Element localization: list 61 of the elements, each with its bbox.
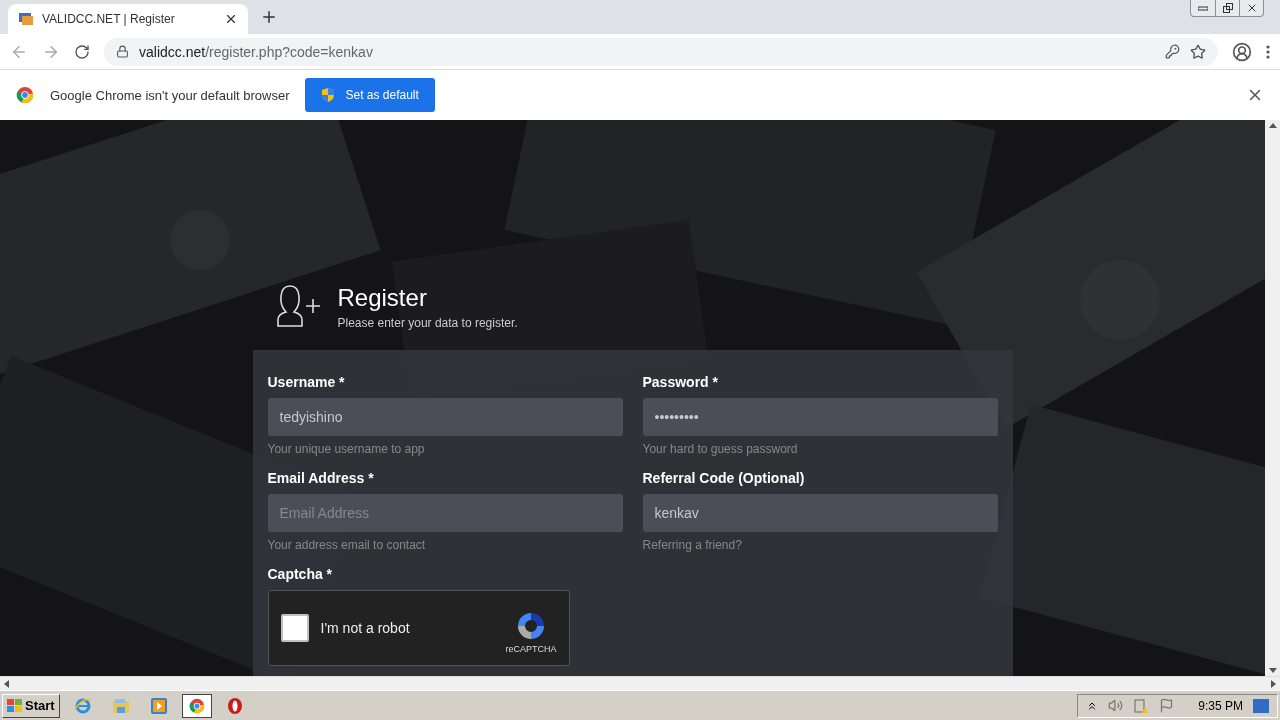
chrome-logo-icon: [16, 86, 34, 104]
captcha-label: I'm not a robot: [320, 620, 411, 636]
text-field[interactable]: tedyishino: [267, 398, 623, 436]
horizontal-scrollbar[interactable]: [0, 676, 1280, 690]
field-label: Referral Code (Optional): [642, 470, 806, 486]
media-player-icon: [149, 696, 168, 715]
vertical-scrollbar[interactable]: [1265, 120, 1280, 676]
field-label: Captcha *: [267, 566, 334, 582]
lock-icon: [116, 45, 129, 58]
address-bar[interactable]: validcc.net/register.php?code=kenkav: [104, 37, 1218, 66]
key-icon[interactable]: [1165, 44, 1180, 59]
internet-explorer-icon: [73, 696, 92, 715]
opera-icon: [226, 696, 243, 715]
tab-title: VALIDCC.NET | Register: [42, 12, 176, 26]
folder-icon: [111, 697, 130, 714]
field-label: Username *: [267, 374, 346, 390]
minimize-icon: [1198, 5, 1208, 11]
field-label: Password *: [642, 374, 719, 390]
scroll-down-icon[interactable]: [1268, 668, 1277, 673]
speaker-icon[interactable]: [1108, 698, 1124, 713]
show-desktop-icon[interactable]: [1253, 698, 1269, 713]
url-text: validcc.net/register.php?code=kenkav: [139, 43, 374, 60]
text-field[interactable]: kenkav: [642, 494, 998, 532]
field-hint: Your unique username to app: [267, 442, 426, 456]
shield-icon: [321, 87, 336, 103]
profile-button[interactable]: [1232, 41, 1252, 62]
set-default-button[interactable]: Set as default: [305, 78, 435, 112]
close-tab-button[interactable]: [224, 12, 238, 26]
reload-icon: [74, 43, 90, 60]
taskbar-app-button[interactable]: [181, 693, 212, 718]
scroll-right-icon[interactable]: [1271, 679, 1276, 688]
flag-icon[interactable]: [1159, 698, 1175, 713]
start-button[interactable]: Start: [2, 693, 60, 718]
plus-icon: [260, 8, 278, 26]
new-tab-button[interactable]: [260, 8, 278, 26]
field-label: Email Address *: [267, 470, 375, 486]
recaptcha-logo-icon: [515, 610, 547, 642]
recaptcha-brand: reCAPTCHA: [505, 644, 557, 654]
default-browser-message: Google Chrome isn't your default browser: [50, 87, 290, 103]
page-title: Register: [337, 284, 428, 312]
field-hint: Your address email to contact: [267, 538, 427, 552]
windows-logo-icon: [7, 698, 23, 713]
chrome-logo-icon: [188, 697, 205, 714]
page-subtitle: Please enter your data to register.: [337, 316, 518, 330]
scroll-up-icon[interactable]: [1268, 123, 1277, 128]
site-favicon-icon: [18, 11, 34, 27]
clock: 9:35 PM: [1198, 698, 1243, 713]
close-icon: [224, 12, 238, 26]
captcha-checkbox[interactable]: [280, 614, 309, 642]
scroll-left-icon[interactable]: [4, 679, 9, 688]
menu-button[interactable]: [1266, 44, 1270, 59]
text-field[interactable]: Email Address: [267, 494, 623, 532]
profile-icon: [1232, 41, 1252, 62]
reload-button[interactable]: [74, 43, 90, 60]
browser-tab[interactable]: VALIDCC.NET | Register: [8, 4, 248, 34]
restore-icon: [1222, 3, 1233, 13]
menu-icon: [1266, 44, 1270, 59]
text-field[interactable]: •••••••••: [642, 398, 998, 436]
field-hint: Your hard to guess password: [642, 442, 799, 456]
field-hint: Referring a friend?: [642, 538, 743, 552]
bookmark-star-icon[interactable]: [1190, 43, 1206, 60]
